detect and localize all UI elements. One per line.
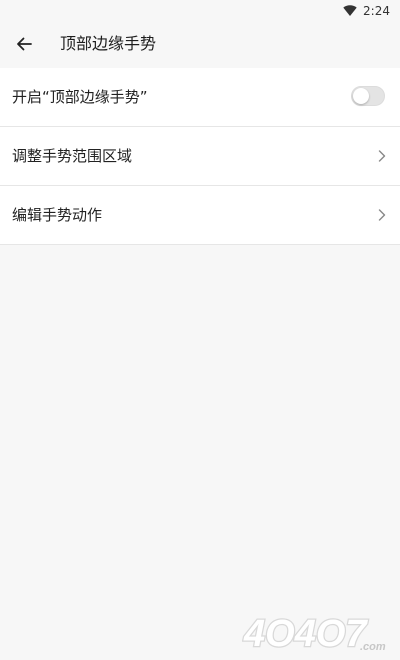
back-button[interactable] [12, 32, 36, 56]
svg-text:.com: .com [360, 641, 386, 653]
status-time: 2:24 [363, 4, 390, 18]
setting-label: 调整手势范围区域 [12, 147, 133, 165]
setting-row-edit-gesture-actions[interactable]: 编辑手势动作 [0, 186, 400, 245]
toggle-knob [353, 88, 369, 104]
status-bar: 2:24 [0, 0, 400, 22]
setting-label: 编辑手势动作 [12, 206, 103, 224]
settings-list: 开启“顶部边缘手势” 调整手势范围区域 编辑手势动作 [0, 68, 400, 245]
enable-toggle[interactable] [351, 86, 385, 106]
setting-row-adjust-gesture-area[interactable]: 调整手势范围区域 [0, 127, 400, 186]
setting-label: 开启“顶部边缘手势” [12, 88, 148, 106]
svg-text:4O4O7: 4O4O7 [243, 613, 368, 654]
page-title: 顶部边缘手势 [60, 34, 157, 53]
wifi-icon [343, 5, 357, 17]
chevron-right-icon [377, 207, 387, 223]
app-bar: 顶部边缘手势 [0, 22, 400, 67]
status-icons: 2:24 [343, 3, 390, 19]
watermark-logo: 4O4O7 4O4O7 .com [242, 610, 392, 657]
arrow-left-icon [16, 37, 32, 51]
setting-row-enable-top-edge-gesture[interactable]: 开启“顶部边缘手势” [0, 68, 400, 127]
chevron-right-icon [377, 148, 387, 164]
